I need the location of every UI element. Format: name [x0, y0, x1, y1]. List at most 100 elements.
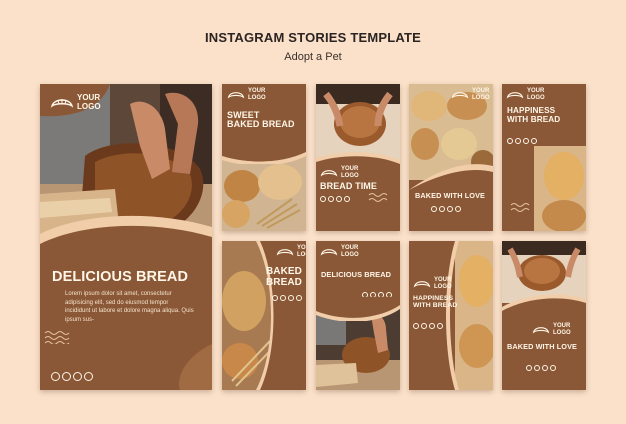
logo: YOURLOGO	[276, 245, 306, 258]
facebook-icon[interactable]	[439, 206, 445, 212]
story-card-delicious-bread[interactable]: YOUR LOGO DELICIOUS BREAD	[316, 241, 400, 390]
facebook-icon[interactable]	[421, 323, 427, 329]
pinterest-icon[interactable]	[84, 372, 93, 381]
logo: YOURLOGO	[506, 88, 545, 101]
social-icons	[526, 365, 556, 371]
cream-wave	[40, 199, 212, 259]
story-card-happiness-with-bread-2[interactable]: YOUR LOGO HAPPINESS WITH BREAD	[409, 241, 493, 390]
logo-line2: LOGO	[527, 94, 545, 101]
card-headline: DELICIOUS BREAD	[52, 269, 189, 285]
cream-wave	[409, 160, 493, 190]
card-headline: BAKED WITH LOVE	[415, 191, 486, 200]
headline-line2: WITH BREAD	[413, 302, 458, 310]
instagram-icon[interactable]	[51, 372, 60, 381]
logo-line1: YOUR	[341, 166, 359, 172]
logo-line2: LOGO	[77, 101, 101, 111]
logo-line1: YOUR	[341, 245, 359, 251]
page-header: INSTAGRAM STORIES TEMPLATE Adopt a Pet	[0, 30, 626, 63]
facebook-icon[interactable]	[328, 196, 334, 202]
logo-line2: LOGO	[248, 94, 266, 101]
logo-line2: LOGO	[341, 251, 359, 258]
story-card-large[interactable]: YOUR LOGO DELICIOUS BREAD Lorem ipsum dol…	[40, 84, 212, 390]
headline-line1: BAKED	[265, 266, 302, 277]
cream-wave	[316, 297, 400, 321]
twitter-icon[interactable]	[523, 138, 529, 144]
logo-line1: YOUR	[472, 88, 490, 94]
story-card-baked-with-love-2[interactable]: YOUR LOGO BAKED WITH LOVE	[502, 241, 586, 390]
card-headline: DELICIOUS BREAD	[321, 270, 392, 279]
croissant-icon	[506, 89, 524, 100]
social-icons	[431, 206, 461, 212]
twitter-icon[interactable]	[542, 365, 548, 371]
headline-line2: BREAD	[265, 276, 302, 288]
cream-wave	[502, 291, 586, 315]
facebook-icon[interactable]	[534, 365, 540, 371]
instagram-icon[interactable]	[526, 365, 532, 371]
bread-hands-photo	[316, 84, 400, 160]
twitter-icon[interactable]	[429, 323, 435, 329]
story-card-baked-with-love[interactable]: YOUR LOGO BAKED WITH LOVE	[409, 84, 493, 231]
social-icons	[507, 138, 537, 144]
card-headline: HAPPINESS WITH BREAD	[413, 295, 457, 309]
story-card-bread-time[interactable]: YOUR LOGO BREAD TIME	[316, 84, 400, 231]
croissant-icon	[532, 324, 550, 335]
logo: YOURLOGO	[320, 245, 359, 258]
logo-line2: LOGO	[297, 251, 306, 258]
card-headline: BAKED BREAD	[262, 266, 302, 288]
card-headline: HAPPINESS WITH BREAD	[507, 106, 561, 124]
croissant-icon	[276, 246, 294, 257]
wave-decoration	[368, 192, 392, 202]
bread-rolls-photo	[534, 146, 586, 231]
bread-loaves-photo	[222, 154, 306, 231]
bottom-right-wave	[160, 344, 212, 390]
logo-line1: YOUR	[77, 93, 101, 102]
card-headline: BREAD TIME	[320, 181, 377, 191]
social-icons	[272, 295, 302, 301]
instagram-icon[interactable]	[320, 196, 326, 202]
facebook-icon[interactable]	[280, 295, 286, 301]
facebook-icon[interactable]	[515, 138, 521, 144]
instagram-icon[interactable]	[507, 138, 513, 144]
cream-wave	[256, 241, 276, 390]
wave-decoration	[510, 202, 534, 212]
twitter-icon[interactable]	[447, 206, 453, 212]
pinterest-icon[interactable]	[455, 206, 461, 212]
facebook-icon[interactable]	[62, 372, 71, 381]
pinterest-icon[interactable]	[344, 196, 350, 202]
card-headline: SWEET BAKED BREAD	[227, 110, 295, 130]
headline-line2: WITH BREAD	[507, 114, 561, 124]
twitter-icon[interactable]	[73, 372, 82, 381]
logo: YOURLOGO	[532, 323, 571, 336]
pinterest-icon[interactable]	[437, 323, 443, 329]
instagram-icon[interactable]	[413, 323, 419, 329]
croissant-icon	[320, 167, 338, 178]
logo: YOURLOGO	[227, 88, 266, 101]
croissant-icon	[320, 246, 338, 257]
pinterest-icon[interactable]	[531, 138, 537, 144]
twitter-icon[interactable]	[336, 196, 342, 202]
logo-line1: YOUR	[434, 277, 452, 283]
pinterest-icon[interactable]	[296, 295, 302, 301]
twitter-icon[interactable]	[288, 295, 294, 301]
cream-wave	[222, 142, 306, 164]
logo-line1: YOUR	[248, 88, 266, 94]
logo: YOURLOGO	[320, 166, 359, 179]
story-card-sweet-baked-bread[interactable]: YOUR LOGO SWEET BAKED BREAD	[222, 84, 306, 231]
logo-line1: YOUR	[553, 323, 571, 329]
logo-line2: LOGO	[341, 172, 359, 179]
card-headline: BAKED WITH LOVE	[507, 342, 578, 351]
logo: YOURLOGO	[50, 93, 101, 112]
story-card-baked-bread[interactable]: YOURLOGO BAKED BREAD	[222, 241, 306, 390]
instagram-icon[interactable]	[272, 295, 278, 301]
headline-line2: BAKED BREAD	[227, 119, 295, 130]
pinterest-icon[interactable]	[550, 365, 556, 371]
card-body-text: Lorem ipsum dolor sit amet, consectetur …	[65, 291, 194, 324]
page-title: INSTAGRAM STORIES TEMPLATE	[204, 30, 422, 45]
story-card-happiness-with-bread[interactable]: YOUR LOGO HAPPINESS WITH BREAD	[502, 84, 586, 231]
cream-wave	[443, 241, 463, 390]
social-icons	[51, 372, 93, 381]
logo-line1: YOUR	[527, 88, 545, 94]
croissant-icon	[227, 89, 245, 100]
croissant-icon	[451, 89, 469, 100]
instagram-icon[interactable]	[431, 206, 437, 212]
